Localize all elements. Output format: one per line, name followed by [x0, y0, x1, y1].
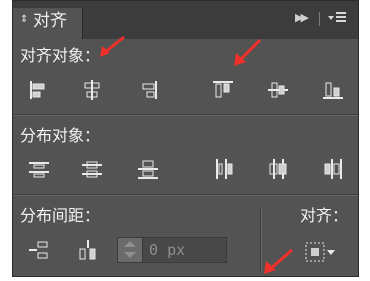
- tab-title: 对齐: [33, 11, 67, 31]
- align-right-edges-icon[interactable]: [137, 79, 159, 101]
- tab-align[interactable]: ⇕ 对齐: [13, 8, 83, 39]
- section-divider: [13, 114, 358, 116]
- align-to-selection-dropdown[interactable]: [305, 241, 335, 263]
- align-left-edges-icon[interactable]: [28, 79, 50, 101]
- spacing-stepper[interactable]: [118, 238, 143, 262]
- distribute-bottom-edges-icon[interactable]: [137, 158, 159, 180]
- stepper-down-icon[interactable]: [124, 252, 136, 258]
- section-divider: [13, 194, 358, 196]
- distribute-horizontal-centers-icon[interactable]: [267, 158, 289, 180]
- distribute-spacing-label: 分布间距：: [20, 206, 101, 225]
- annotation-arrow: [264, 248, 293, 274]
- panel-tab-bar: ⇕ 对齐 ▶▶: [13, 1, 358, 39]
- distribute-right-edges-icon[interactable]: [322, 158, 344, 180]
- distribute-left-edges-icon[interactable]: [212, 158, 234, 180]
- align-bottom-edges-icon[interactable]: [322, 79, 344, 101]
- annotation-arrow: [234, 38, 262, 66]
- align-top-edges-icon[interactable]: [212, 79, 234, 101]
- tabbar-separator: [319, 12, 320, 26]
- distribute-top-edges-icon[interactable]: [28, 158, 50, 180]
- stepper-up-icon[interactable]: [124, 241, 136, 247]
- align-objects-label: 对齐对象：: [20, 46, 101, 65]
- spacing-value[interactable]: 0 px: [149, 240, 185, 260]
- align-horizontal-centers-icon[interactable]: [81, 79, 103, 101]
- annotation-arrow: [100, 35, 125, 57]
- expand-panel-icon[interactable]: ▶▶: [295, 11, 309, 24]
- distribute-vertical-space-icon[interactable]: [28, 239, 50, 261]
- align-vertical-centers-icon[interactable]: [267, 79, 289, 101]
- panel-menu-icon[interactable]: [328, 10, 350, 28]
- distribute-vertical-centers-icon[interactable]: [81, 158, 103, 180]
- collapse-chevron-icon[interactable]: ⇕: [20, 15, 28, 25]
- distribute-horizontal-space-icon[interactable]: [77, 239, 99, 261]
- align-panel: ⇕ 对齐 ▶▶ 对齐对象： 分布对象： 分布间距： 对齐： 0 px: [12, 0, 359, 277]
- distribute-objects-label: 分布对象：: [20, 126, 101, 145]
- align-to-label: 对齐：: [300, 206, 349, 225]
- spacing-input[interactable]: 0 px: [117, 237, 227, 263]
